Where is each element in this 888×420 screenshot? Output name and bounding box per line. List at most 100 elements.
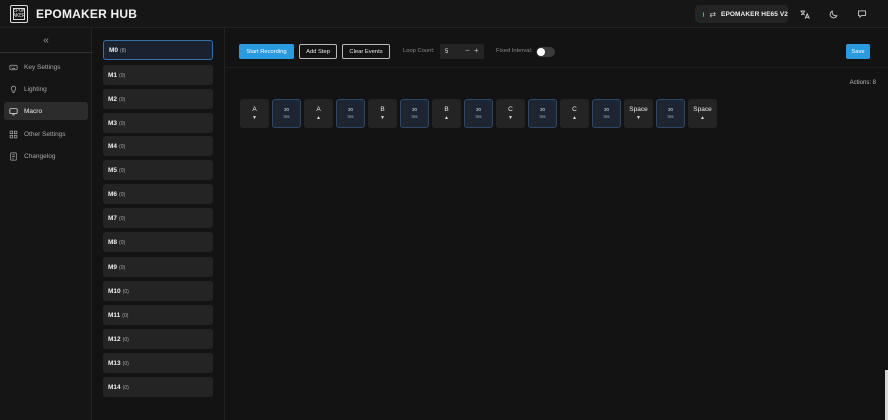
fixed-interval-toggle[interactable] xyxy=(536,47,555,57)
delay-unit: ms xyxy=(283,113,290,119)
lightbulb-icon xyxy=(10,85,17,93)
macro-item-m14[interactable]: M14 (0) xyxy=(103,377,213,397)
action-key-tile[interactable]: B ▼ xyxy=(368,99,397,128)
macro-item-m3[interactable]: M3 (0) xyxy=(103,113,213,133)
logo-icon: EPOM AKER xyxy=(10,5,28,23)
action-sequence: A ▼ 30 ms A ▲ 30 ms B ▼ 30 ms B ▲ 30 ms C ▼ 30 ms … xyxy=(240,99,717,128)
delay-value: 30 xyxy=(539,107,545,112)
macro-list: M0 (8) M1 (0) M2 (0) M3 (0) M4 (0) M5 (0) M6 (0… xyxy=(93,28,225,420)
toggle-knob xyxy=(537,48,545,56)
clear-events-button[interactable]: Clear Events xyxy=(342,44,390,59)
macro-item-m1[interactable]: M1 (0) xyxy=(103,65,213,85)
macro-item-m0[interactable]: M0 (8) xyxy=(103,40,213,60)
macro-item-m2[interactable]: M2 (0) xyxy=(103,89,213,109)
macro-item-m4[interactable]: M4 (0) xyxy=(103,136,213,156)
increment-button[interactable]: + xyxy=(474,46,479,55)
delay-unit: ms xyxy=(539,113,546,119)
macro-item-m13[interactable]: M13 (0) xyxy=(103,353,213,373)
macro-name: M10 xyxy=(108,287,121,295)
delay-value: 30 xyxy=(603,107,609,112)
delay-value: 30 xyxy=(411,107,417,112)
translate-icon[interactable] xyxy=(797,7,811,21)
key-label: Space xyxy=(693,106,712,113)
action-key-tile[interactable]: C ▼ xyxy=(496,99,525,128)
device-selector[interactable]: ⇄ EPOMAKER HE65 V2 xyxy=(695,5,788,23)
key-label: A xyxy=(316,106,321,113)
add-step-button[interactable]: Add Step xyxy=(299,44,337,59)
delay-unit: ms xyxy=(347,113,354,119)
chat-icon[interactable] xyxy=(855,7,869,21)
macro-name: M7 xyxy=(108,214,118,222)
swap-icon: ⇄ xyxy=(709,9,717,19)
action-key-tile[interactable]: Space ▲ xyxy=(688,99,717,128)
action-delay-tile[interactable]: 30 ms xyxy=(464,99,493,128)
macro-count: (0) xyxy=(119,96,126,103)
macro-name: M6 xyxy=(108,190,118,198)
action-delay-tile[interactable]: 30 ms xyxy=(528,99,557,128)
sidebar-item-lighting[interactable]: Lighting xyxy=(4,80,88,98)
macro-count: (0) xyxy=(122,336,129,343)
macro-item-m8[interactable]: M8 (0) xyxy=(103,232,213,252)
macro-count: (0) xyxy=(119,120,126,127)
macro-name: M8 xyxy=(108,238,118,246)
sidebar-item-key-settings[interactable]: Key Settings xyxy=(4,58,88,76)
key-label: Space xyxy=(629,106,648,113)
macro-editor: Start Recording Add Step Clear Events Lo… xyxy=(226,28,888,420)
sidebar-item-changelog[interactable]: Changelog xyxy=(4,147,88,165)
loop-count-value[interactable]: 5 xyxy=(445,49,448,55)
action-key-tile[interactable]: A ▼ xyxy=(240,99,269,128)
sidebar-item-label: Macro xyxy=(24,107,43,115)
top-bar: EPOM AKER EPOMAKER HUB ⇄ EPOMAKER HE65 V… xyxy=(0,0,888,28)
action-delay-tile[interactable]: 30 ms xyxy=(400,99,429,128)
macro-item-m9[interactable]: M9 (0) xyxy=(103,257,213,277)
key-label: A xyxy=(252,106,257,113)
decrement-button[interactable]: − xyxy=(465,46,470,55)
macro-count: (0) xyxy=(119,215,126,222)
app-window: EPOM AKER EPOMAKER HUB ⇄ EPOMAKER HE65 V… xyxy=(0,0,888,420)
action-delay-tile[interactable]: 30 ms xyxy=(272,99,301,128)
delay-value: 30 xyxy=(347,107,353,112)
action-delay-tile[interactable]: 30 ms xyxy=(656,99,685,128)
sidebar-item-macro[interactable]: Macro xyxy=(4,102,88,120)
macro-item-m12[interactable]: M12 (0) xyxy=(103,329,213,349)
sidebar-item-label: Lighting xyxy=(24,85,47,93)
macro-name: M11 xyxy=(108,311,121,319)
macro-count: (8) xyxy=(120,47,127,54)
macro-count: (0) xyxy=(119,191,126,198)
connection-status-dot xyxy=(703,11,705,17)
action-delay-tile[interactable]: 30 ms xyxy=(592,99,621,128)
macro-item-m11[interactable]: M11 (0) xyxy=(103,305,213,325)
macro-count: (0) xyxy=(122,384,129,391)
macro-count: (0) xyxy=(119,239,126,246)
logo-mark: EPOM AKER xyxy=(12,8,26,20)
collapse-sidebar-icon[interactable]: « xyxy=(0,35,92,46)
macro-item-m10[interactable]: M10 (0) xyxy=(103,281,213,301)
key-up-icon: ▲ xyxy=(316,115,321,121)
macro-name: M4 xyxy=(108,142,118,150)
macro-count: (0) xyxy=(119,72,126,79)
key-label: B xyxy=(380,106,385,113)
macro-item-m7[interactable]: M7 (0) xyxy=(103,208,213,228)
loop-count-stepper[interactable]: 5 − + xyxy=(440,44,484,59)
save-button[interactable]: Save xyxy=(846,44,870,59)
moon-icon[interactable] xyxy=(827,7,841,21)
delay-unit: ms xyxy=(667,113,674,119)
fixed-interval-label: Fixed Interval: xyxy=(496,48,533,54)
key-down-icon: ▼ xyxy=(252,115,257,121)
macro-toolbar: Start Recording Add Step Clear Events Lo… xyxy=(226,28,888,68)
macro-count: (0) xyxy=(122,360,129,367)
delay-unit: ms xyxy=(603,113,610,119)
keyboard-icon xyxy=(9,64,18,70)
sidebar-item-label: Key Settings xyxy=(24,63,61,71)
action-key-tile[interactable]: B ▲ xyxy=(432,99,461,128)
action-key-tile[interactable]: A ▲ xyxy=(304,99,333,128)
key-down-icon: ▼ xyxy=(380,115,385,121)
action-key-tile[interactable]: Space ▼ xyxy=(624,99,653,128)
macro-item-m6[interactable]: M6 (0) xyxy=(103,184,213,204)
sidebar-item-other-settings[interactable]: Other Settings xyxy=(4,125,88,143)
action-key-tile[interactable]: C ▲ xyxy=(560,99,589,128)
start-recording-button[interactable]: Start Recording xyxy=(239,44,294,59)
macro-item-m5[interactable]: M5 (0) xyxy=(103,160,213,180)
macro-name: M14 xyxy=(108,383,121,391)
action-delay-tile[interactable]: 30 ms xyxy=(336,99,365,128)
